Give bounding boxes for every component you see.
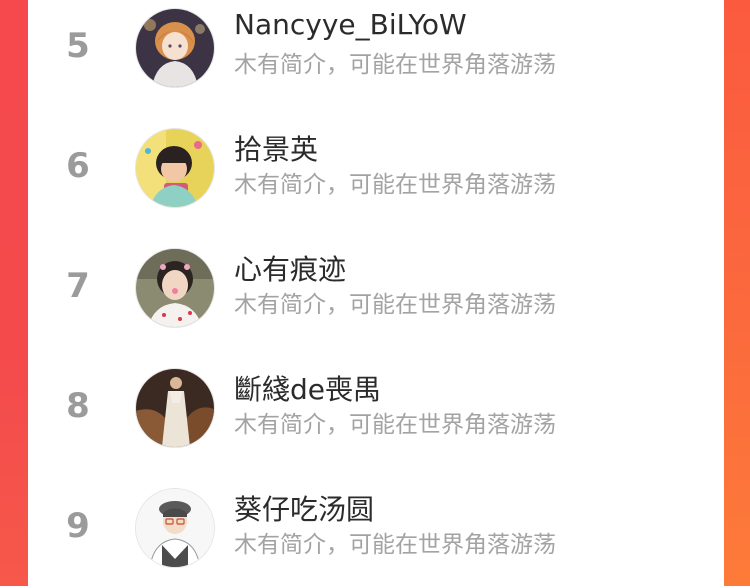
rank-number: 8 bbox=[66, 386, 90, 426]
username[interactable]: 斷綫de喪禺 bbox=[234, 368, 381, 408]
rank-number: 9 bbox=[66, 506, 90, 546]
username[interactable]: 拾景英 bbox=[234, 128, 318, 168]
list-item[interactable]: 8 斷綫de喪禺 木有简介，可能在世界角落游荡 bbox=[28, 358, 724, 468]
girl-selfie-avatar-icon[interactable] bbox=[135, 248, 215, 328]
username[interactable]: 葵仔吃汤圆 bbox=[234, 488, 374, 528]
rank-number: 7 bbox=[66, 266, 90, 306]
list-item[interactable]: 9 葵仔吃汤圆 木有简介，可能在世界角落游荡 bbox=[28, 478, 724, 588]
right-gradient-band bbox=[724, 0, 750, 586]
list-item[interactable]: 6 拾景英 木有简介，可能在世界角落游荡 bbox=[28, 118, 724, 228]
user-bio: 木有简介，可能在世界角落游荡 bbox=[234, 292, 556, 318]
woman-dress-avatar-icon[interactable] bbox=[135, 368, 215, 448]
username[interactable]: 心有痕迹 bbox=[234, 248, 346, 288]
rank-number: 6 bbox=[66, 146, 90, 186]
user-bio: 木有简介，可能在世界角落游荡 bbox=[234, 532, 556, 558]
child-photo-avatar-icon[interactable] bbox=[135, 128, 215, 208]
list-item[interactable]: 5 Nancyye_BiLYoW 木有简介，可能在世界角落游荡 bbox=[28, 0, 724, 108]
ranking-list: 5 Nancyye_BiLYoW 木有简介，可能在世界角落游荡 6 拾景英 木有… bbox=[28, 0, 724, 586]
rank-number: 5 bbox=[66, 26, 90, 66]
username[interactable]: Nancyye_BiLYoW bbox=[234, 8, 467, 41]
user-bio: 木有简介，可能在世界角落游荡 bbox=[234, 172, 556, 198]
list-item[interactable]: 7 心有痕迹 木有简介，可能在世界角落游荡 bbox=[28, 238, 724, 348]
anime-girl-avatar-icon[interactable] bbox=[135, 8, 215, 88]
user-bio: 木有简介，可能在世界角落游荡 bbox=[234, 52, 556, 78]
cartoon-boy-avatar-icon[interactable] bbox=[135, 488, 215, 568]
left-gradient-band bbox=[0, 0, 28, 586]
user-bio: 木有简介，可能在世界角落游荡 bbox=[234, 412, 556, 438]
